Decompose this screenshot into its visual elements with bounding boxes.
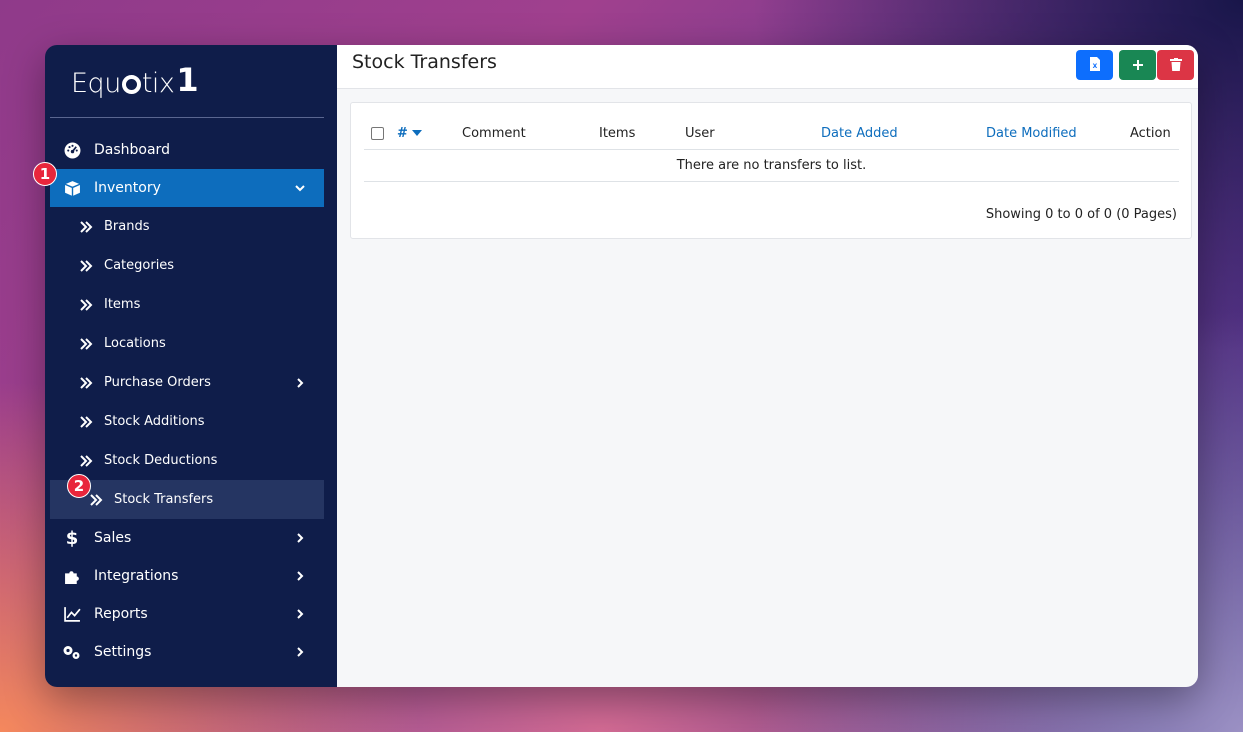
step-badge-1: 1: [33, 162, 57, 186]
gears-icon: [50, 644, 94, 661]
transfers-table-card: # Comment Items User Date Added Date Mod…: [350, 102, 1192, 239]
double-chevron-right-icon: [50, 298, 104, 311]
puzzle-icon: [50, 568, 94, 585]
select-all-checkbox[interactable]: [371, 116, 384, 150]
empty-table-message: There are no transfers to list.: [364, 150, 1179, 182]
sidebar-item-dashboard[interactable]: Dashboard: [50, 131, 324, 169]
chart-line-icon: [50, 606, 94, 622]
brand-logo[interactable]: Equ tix 1: [71, 61, 199, 103]
export-button[interactable]: X: [1076, 50, 1113, 80]
logo-text-right: tix: [141, 67, 175, 99]
dashboard-icon: [50, 142, 94, 159]
sidebar-item-label: Dashboard: [94, 142, 170, 158]
sidebar-subitem-stock-transfers[interactable]: Stock Transfers: [50, 480, 324, 519]
logo-text-left: Equ: [71, 67, 121, 99]
chevron-down-icon: [294, 169, 306, 207]
add-button[interactable]: [1119, 50, 1156, 80]
sidebar-subitem-label: Stock Deductions: [104, 453, 218, 468]
sidebar-subitem-label: Stock Transfers: [114, 492, 214, 507]
sidebar-subitem-purchase-orders[interactable]: Purchase Orders: [50, 363, 324, 402]
table-header: # Comment Items User Date Added Date Mod…: [364, 116, 1179, 150]
sidebar-nav: Dashboard Inventory Brands Categories It…: [50, 131, 324, 671]
column-user: User: [685, 125, 715, 141]
plus-icon: [1132, 56, 1144, 75]
column-action: Action: [1130, 125, 1171, 141]
caret-down-icon: [411, 130, 422, 136]
sidebar-subitem-locations[interactable]: Locations: [50, 324, 324, 363]
chevron-right-icon: [294, 633, 306, 671]
sidebar-item-settings[interactable]: Settings: [50, 633, 324, 671]
sidebar-item-label: Sales: [94, 530, 132, 546]
chevron-right-icon: [294, 363, 306, 402]
sidebar-item-label: Reports: [94, 606, 148, 622]
sidebar-item-sales[interactable]: $ Sales: [50, 519, 324, 557]
svg-text:X: X: [1092, 63, 1097, 70]
column-date-modified[interactable]: Date Modified: [986, 116, 1077, 150]
double-chevron-right-icon: [50, 454, 104, 467]
sidebar-subitem-label: Locations: [104, 336, 166, 351]
sidebar-subitem-label: Categories: [104, 258, 175, 273]
sidebar-subitem-categories[interactable]: Categories: [50, 246, 324, 285]
sidebar-subitem-stock-additions[interactable]: Stock Additions: [50, 402, 324, 441]
app-window: Equ tix 1 Dashboard Inventory Brands Cat…: [45, 45, 1198, 687]
sidebar-subitem-label: Brands: [104, 219, 150, 234]
double-chevron-right-icon: [50, 337, 104, 350]
logo-number: 1: [176, 61, 199, 99]
pagination-summary: Showing 0 to 0 of 0 (0 Pages): [985, 207, 1177, 222]
sidebar-item-label: Inventory: [94, 180, 161, 196]
sidebar-subitem-items[interactable]: Items: [50, 285, 324, 324]
main-content: Stock Transfers X # Comment Items User D…: [337, 45, 1198, 687]
column-items: Items: [599, 125, 636, 141]
chevron-right-icon: [294, 595, 306, 633]
sidebar-subitem-brands[interactable]: Brands: [50, 207, 324, 246]
sidebar-subitem-stock-deductions[interactable]: Stock Deductions: [50, 441, 324, 480]
column-id-label: #: [397, 125, 408, 141]
double-chevron-right-icon: [50, 415, 104, 428]
sidebar: Equ tix 1 Dashboard Inventory Brands Cat…: [45, 45, 337, 687]
logo-ring-icon: [121, 74, 141, 94]
sidebar-item-reports[interactable]: Reports: [50, 595, 324, 633]
sidebar-item-label: Settings: [94, 644, 152, 660]
box-icon: [50, 180, 94, 197]
dollar-icon: $: [65, 527, 79, 549]
chevron-right-icon: [294, 557, 306, 595]
sidebar-subitem-label: Items: [104, 297, 141, 312]
excel-file-icon: X: [1089, 56, 1101, 75]
sidebar-item-integrations[interactable]: Integrations: [50, 557, 324, 595]
column-date-added[interactable]: Date Added: [821, 116, 898, 150]
sidebar-subitem-label: Stock Additions: [104, 414, 205, 429]
sidebar-item-label: Integrations: [94, 568, 179, 584]
sidebar-subitem-label: Purchase Orders: [104, 375, 211, 390]
sidebar-item-inventory[interactable]: Inventory: [50, 169, 324, 207]
page-title: Stock Transfers: [352, 51, 497, 73]
double-chevron-right-icon: [50, 220, 104, 233]
double-chevron-right-icon: [50, 376, 104, 389]
column-id[interactable]: #: [397, 116, 422, 150]
step-badge-2: 2: [67, 474, 91, 498]
delete-button[interactable]: [1157, 50, 1194, 80]
chevron-right-icon: [294, 519, 306, 557]
column-comment: Comment: [462, 125, 526, 141]
double-chevron-right-icon: [50, 259, 104, 272]
trash-icon: [1169, 56, 1182, 75]
sidebar-divider: [50, 117, 324, 118]
page-header: Stock Transfers X: [337, 45, 1198, 89]
